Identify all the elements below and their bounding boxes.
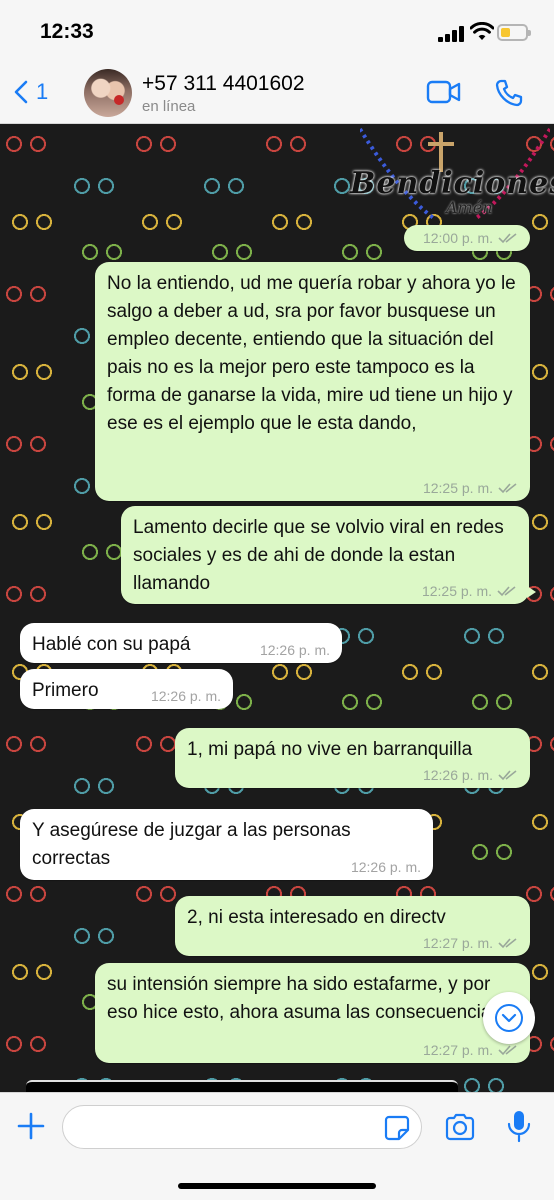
contact-status: en línea [142,98,196,115]
wallpaper-title: Bendiciones [350,166,554,201]
chat-area[interactable]: Bendiciones Amén 12:00 p. m. No la entie… [0,124,554,1092]
message-time: 12:00 p. m. [422,230,493,246]
message-time: 12:27 p. m. [422,935,493,951]
read-receipt-icon [498,483,517,494]
message-text: No la entiendo, ud me quería robar y aho… [107,273,516,434]
status-bar: 12:33 [0,0,554,62]
read-receipt-icon [498,938,517,949]
battery-icon [497,24,531,41]
contact-name[interactable]: +57 311 4401602 [142,72,305,96]
scroll-to-bottom-button[interactable] [483,992,535,1044]
plus-icon[interactable] [16,1111,46,1141]
message-time: 12:25 p. m. [421,583,492,599]
message-bubble-out[interactable]: 2, ni esta interesado en directv 12:27 p… [175,896,530,956]
message-bubble-out[interactable]: 12:00 p. m. [404,225,530,251]
unread-count: 1 [36,79,49,104]
read-receipt-icon [498,770,517,781]
message-text: 1, mi papá no vive en barranquilla [187,739,473,760]
wifi-icon [470,22,494,40]
chevron-down-icon [495,1004,523,1032]
message-bubble-in[interactable]: Y asegúrese de juzgar a las personas cor… [20,809,433,880]
sticker-icon[interactable] [384,1115,410,1141]
read-receipt-icon [498,233,517,244]
cellular-signal-icon [438,26,466,42]
media-message-preview[interactable] [26,1080,458,1092]
message-bubble-out[interactable]: Lamento decirle que se volvio viral en r… [121,506,536,604]
wallpaper-subtitle: Amén [446,198,493,217]
input-bar [0,1092,554,1200]
message-text: 2, ni esta interesado en directv [187,907,446,928]
message-time: 12:26 p. m. [259,642,330,658]
bubble-tail [527,586,536,598]
phone-icon[interactable] [494,78,524,108]
message-time: 12:26 p. m. [350,859,421,875]
status-time: 12:33 [40,20,94,43]
message-bubble-out[interactable]: No la entiendo, ud me quería robar y aho… [95,262,530,501]
microphone-icon[interactable] [506,1109,532,1143]
chat-header: 1 +57 311 4401602 en línea [0,62,554,124]
message-text: su intensión siempre ha sido estafarme, … [107,974,501,1023]
battery-fill [501,28,510,37]
message-time: 12:26 p. m. [422,767,493,783]
camera-icon[interactable] [444,1113,476,1141]
rose-decoration [114,95,124,105]
back-button[interactable]: 1 [14,74,48,110]
message-time: 12:27 p. m. [422,1042,493,1058]
message-bubble-in[interactable]: Primero 12:26 p. m. [20,669,233,709]
message-input[interactable] [62,1105,422,1149]
message-bubble-in[interactable]: Hablé con su papá 12:26 p. m. [20,623,342,663]
video-camera-icon[interactable] [426,80,462,104]
home-indicator [178,1183,376,1189]
read-receipt-icon [498,1045,517,1056]
read-receipt-icon [497,586,516,597]
avatar[interactable] [84,69,132,117]
message-time: 12:26 p. m. [150,688,221,704]
chevron-left-icon [14,80,28,104]
message-bubble-out[interactable]: 1, mi papá no vive en barranquilla 12:26… [175,728,530,788]
message-time: 12:25 p. m. [422,480,493,496]
message-bubble-out[interactable]: su intensión siempre ha sido estafarme, … [95,963,530,1063]
